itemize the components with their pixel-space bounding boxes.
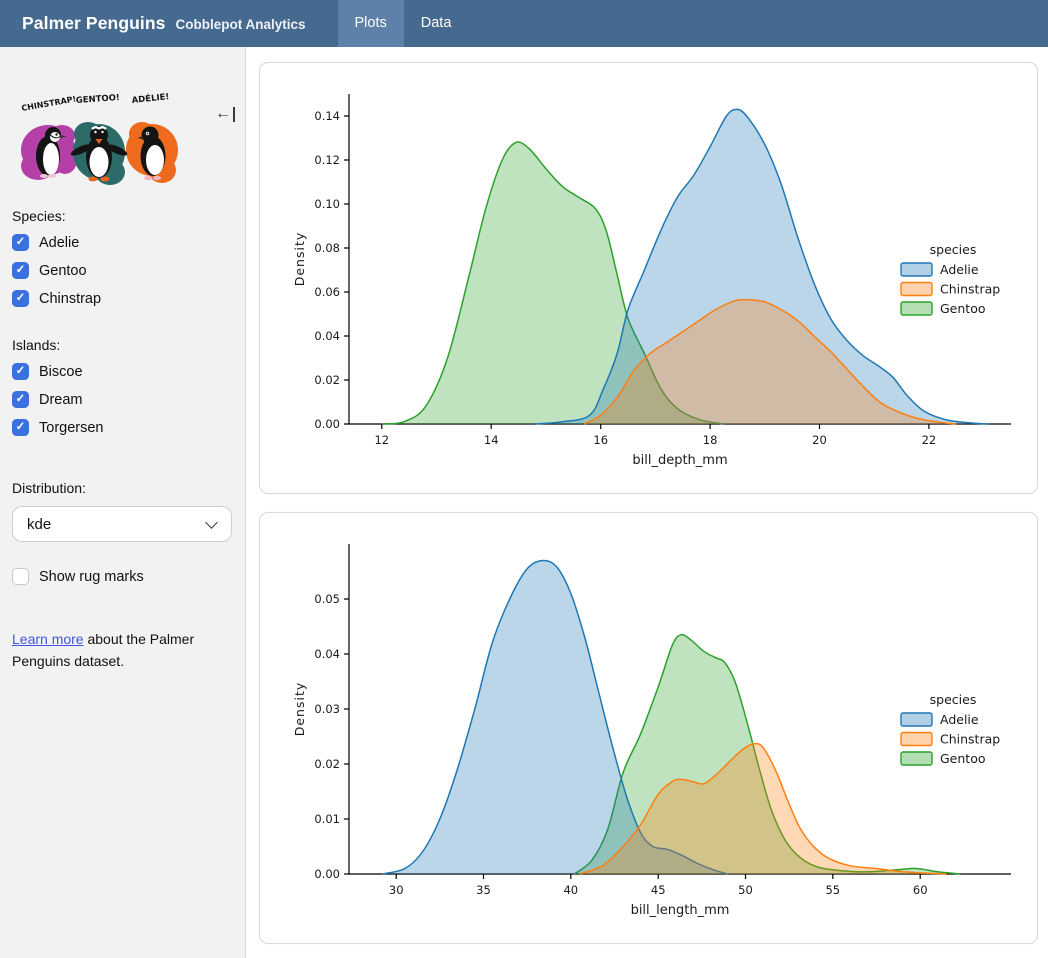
svg-text:14: 14 [484,433,499,447]
bill-length-kde-chart: 30 35 40 45 50 55 60 0.00 0.01 0.02 0.03 0.04 0.05 bi… [260,514,1037,944]
checkbox-gentoo[interactable]: ✓ Gentoo [12,262,233,279]
rug-checkbox-group: Show rug marks [12,568,233,585]
learn-more-link[interactable]: Learn more [12,631,84,647]
check-icon: ✓ [16,293,26,305]
learn-more-text: Learn more about the Palmer Penguins dat… [12,629,214,672]
svg-text:bill_length_mm: bill_length_mm [631,903,730,918]
svg-text:35: 35 [476,883,491,897]
svg-text:60: 60 [913,883,928,897]
checkbox-checked[interactable]: ✓ [12,419,29,436]
svg-text:0.02: 0.02 [314,757,340,771]
checkbox-chinstrap[interactable]: ✓ Chinstrap [12,290,233,307]
check-icon: ✓ [16,394,26,406]
tab-plots[interactable]: Plots [338,0,404,47]
checkbox-label: Chinstrap [39,291,101,307]
svg-text:0.10: 0.10 [314,197,340,211]
svg-text:18: 18 [703,433,718,447]
svg-text:0.04: 0.04 [314,329,340,343]
app-subtitle: Cobblepot Analytics [176,17,306,32]
distribution-selected-value: kde [27,516,51,533]
check-icon: ✓ [16,366,26,378]
collapse-left-arrow-icon: ← [215,106,231,122]
adelie-caption: ADÉLIE! [131,90,170,106]
svg-text:Chinstrap: Chinstrap [940,282,1000,297]
checkbox-label: Gentoo [39,263,87,279]
check-icon: ✓ [16,422,26,434]
svg-text:0.03: 0.03 [314,702,340,716]
svg-text:0.05: 0.05 [314,592,340,606]
svg-text:Density: Density [292,682,307,737]
svg-text:0.08: 0.08 [314,241,340,255]
chevron-down-icon [205,516,218,529]
svg-text:12: 12 [374,433,389,447]
penguins-artwork: CHINSTRAP! GENTOO! ADÉLIE! [10,90,192,200]
svg-text:species: species [930,242,977,257]
species-filter-label: Species: [12,208,233,224]
svg-text:Gentoo: Gentoo [940,301,986,316]
svg-text:0.14: 0.14 [314,109,340,123]
checkbox-label: Show rug marks [39,569,144,585]
check-icon: ✓ [16,265,26,277]
svg-text:Density: Density [292,232,307,287]
svg-text:0.00: 0.00 [314,417,340,431]
chinstrap-caption: CHINSTRAP! [21,94,77,112]
collapse-bar-icon [233,107,235,122]
svg-text:Adelie: Adelie [940,262,979,277]
svg-text:Chinstrap: Chinstrap [940,732,1000,747]
svg-text:30: 30 [389,883,404,897]
svg-text:55: 55 [825,883,840,897]
bill-depth-kde-chart: 12 14 16 18 20 22 0.00 0.02 0.04 0.06 0.08 0.10 0.12… [260,64,1037,494]
distribution-label: Distribution: [12,480,233,496]
svg-text:Gentoo: Gentoo [940,751,986,766]
gentoo-caption: GENTOO! [76,93,121,106]
checkbox-checked[interactable]: ✓ [12,262,29,279]
nav-tabs: Plots Data [338,0,469,47]
checkbox-label: Adelie [39,235,79,251]
svg-text:22: 22 [922,433,937,447]
svg-text:16: 16 [593,433,608,447]
bill-depth-plot-card: 12 14 16 18 20 22 0.00 0.02 0.04 0.06 0.08 0.10 0.12… [259,62,1038,494]
checkbox-checked[interactable]: ✓ [12,391,29,408]
svg-text:Adelie: Adelie [940,712,979,727]
svg-text:40: 40 [563,883,578,897]
svg-text:50: 50 [738,883,753,897]
svg-text:bill_depth_mm: bill_depth_mm [632,453,727,468]
checkbox-checked[interactable]: ✓ [12,290,29,307]
checkbox-dream[interactable]: ✓ Dream [12,391,233,408]
distribution-select[interactable]: kde [12,506,232,542]
svg-text:0.06: 0.06 [314,285,340,299]
islands-checkbox-group: ✓ Biscoe ✓ Dream ✓ Torgersen [12,363,233,436]
app-header: Palmer Penguins Cobblepot Analytics Plot… [0,0,1048,47]
svg-text:0.04: 0.04 [314,647,340,661]
sidebar: ← [0,47,246,958]
checkbox-unchecked[interactable] [12,568,29,585]
app-brand: Palmer Penguins Cobblepot Analytics [0,13,306,34]
check-icon: ✓ [16,237,26,249]
checkbox-torgersen[interactable]: ✓ Torgersen [12,419,233,436]
svg-text:species: species [930,692,977,707]
checkbox-label: Biscoe [39,364,83,380]
tab-data[interactable]: Data [404,0,469,47]
bill-length-plot-card: 30 35 40 45 50 55 60 0.00 0.01 0.02 0.03 0.04 0.05 bi… [259,512,1038,944]
svg-text:0.12: 0.12 [314,153,340,167]
checkbox-show-rug-marks[interactable]: Show rug marks [12,568,233,585]
sidebar-collapse-button[interactable]: ← [215,106,235,122]
app-title: Palmer Penguins [22,13,166,34]
checkbox-label: Torgersen [39,420,103,436]
main-content: 12 14 16 18 20 22 0.00 0.02 0.04 0.06 0.08 0.10 0.12… [247,47,1048,958]
checkbox-checked[interactable]: ✓ [12,234,29,251]
svg-text:0.02: 0.02 [314,373,340,387]
checkbox-label: Dream [39,392,83,408]
checkbox-checked[interactable]: ✓ [12,363,29,380]
species-checkbox-group: ✓ Adelie ✓ Gentoo ✓ Chinstrap [12,234,233,307]
svg-text:45: 45 [651,883,666,897]
checkbox-biscoe[interactable]: ✓ Biscoe [12,363,233,380]
checkbox-adelie[interactable]: ✓ Adelie [12,234,233,251]
svg-text:0.01: 0.01 [314,812,340,826]
svg-text:0.00: 0.00 [314,867,340,881]
penguins-illustration: CHINSTRAP! GENTOO! ADÉLIE! [10,90,192,200]
islands-filter-label: Islands: [12,337,233,353]
svg-text:20: 20 [812,433,827,447]
